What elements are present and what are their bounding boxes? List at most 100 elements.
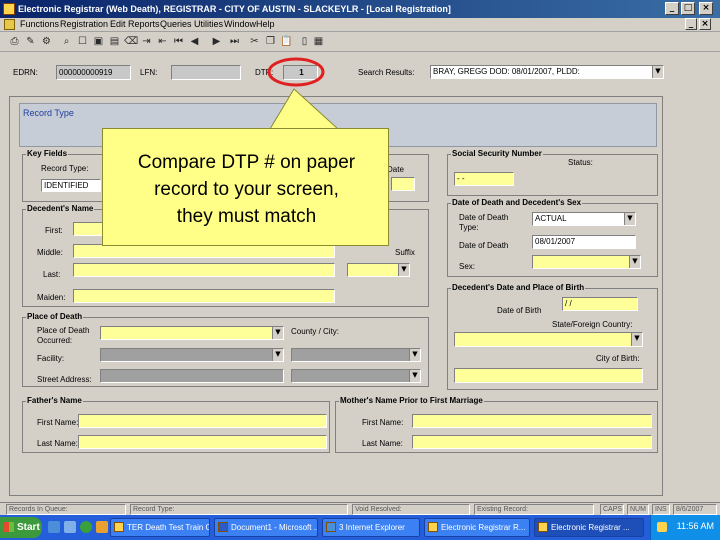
- media-quicklaunch-icon[interactable]: [80, 521, 92, 533]
- print-icon[interactable]: ⎙: [8, 35, 21, 48]
- menu-functions[interactable]: Functions: [20, 19, 59, 29]
- start-button[interactable]: Start: [0, 517, 42, 538]
- maximize-button[interactable]: □: [681, 2, 695, 15]
- task-label: Electronic Registrar R...: [441, 523, 526, 532]
- chevron-down-icon[interactable]: ▼: [631, 333, 642, 346]
- last-name-field[interactable]: [73, 263, 335, 277]
- state-country-dropdown[interactable]: ▼: [454, 332, 643, 347]
- father-last-name-field[interactable]: [78, 435, 327, 449]
- last-record-icon[interactable]: ⏭: [228, 35, 241, 48]
- chevron-down-icon[interactable]: ▼: [624, 213, 635, 225]
- status-bar: Records In Queue: Record Type: Void Reso…: [0, 502, 720, 515]
- next-record-icon[interactable]: ▶: [210, 35, 223, 48]
- county-city-dropdown[interactable]: ▼: [291, 348, 421, 362]
- menu-edit[interactable]: Edit: [110, 19, 126, 29]
- desktop-quicklaunch-icon[interactable]: [64, 521, 76, 533]
- ssn-status-label: Status:: [568, 158, 593, 167]
- chevron-down-icon[interactable]: ▼: [409, 349, 420, 361]
- save-icon[interactable]: ▣: [92, 35, 105, 48]
- place-occurred-dropdown[interactable]: ▼: [100, 326, 284, 340]
- word-icon: [218, 522, 228, 532]
- lfn-field[interactable]: [171, 65, 241, 80]
- task-label: TER Death Test Train Gi...: [127, 523, 209, 532]
- middle-name-field[interactable]: [73, 244, 335, 258]
- minimize-button[interactable]: _: [665, 2, 679, 15]
- chevron-down-icon[interactable]: ▼: [272, 327, 283, 339]
- sex-dropdown[interactable]: ▼: [532, 255, 641, 269]
- export-icon[interactable]: ⇤: [156, 35, 169, 48]
- menu-window[interactable]: Window: [224, 19, 256, 29]
- city-of-birth-field[interactable]: [454, 368, 643, 383]
- menu-registration[interactable]: Registration: [60, 19, 108, 29]
- dod-field[interactable]: 08/01/2007: [532, 235, 636, 249]
- edit-icon[interactable]: ✎: [24, 35, 37, 48]
- task-electronic-registrar-2[interactable]: Electronic Registrar ...: [534, 518, 644, 537]
- cut-icon[interactable]: ✂: [248, 35, 261, 48]
- chevron-down-icon[interactable]: ▼: [398, 264, 409, 276]
- chevron-down-icon[interactable]: ▼: [272, 349, 283, 361]
- menu-queries[interactable]: Queries: [160, 19, 192, 29]
- child-minimize-button[interactable]: _: [685, 18, 697, 30]
- mother-last-name-field[interactable]: [412, 435, 652, 449]
- import-icon[interactable]: ⇥: [140, 35, 153, 48]
- edrn-field[interactable]: 000000000919: [56, 65, 131, 80]
- date-field[interactable]: [391, 177, 415, 191]
- city-of-birth-label: City of Birth:: [596, 354, 640, 363]
- dob-field[interactable]: / /: [562, 297, 638, 311]
- doc-menu-icon[interactable]: [4, 19, 15, 30]
- task-document1[interactable]: Document1 - Microsoft ...: [214, 518, 318, 537]
- app-quicklaunch-icon[interactable]: [96, 521, 108, 533]
- prev-record-icon[interactable]: ◀: [188, 35, 201, 48]
- father-name-group: Father's Name First Name: Last Name:: [22, 396, 330, 453]
- suffix-dropdown[interactable]: ▼: [347, 263, 410, 277]
- maiden-name-field[interactable]: [73, 289, 335, 303]
- clear-icon[interactable]: ⌫: [124, 35, 138, 48]
- dtp-field[interactable]: 1: [283, 65, 318, 80]
- paste-icon[interactable]: 📋: [280, 35, 293, 48]
- search-results-dropdown[interactable]: BRAY, GREGG DOD: 08/01/2007, PLDD: ▼: [430, 65, 664, 79]
- folder-icon[interactable]: ▤: [108, 35, 121, 48]
- tools-icon[interactable]: ⚙: [40, 35, 53, 48]
- middle-name-label: Middle:: [37, 248, 63, 257]
- close-button[interactable]: ×: [699, 2, 713, 15]
- dod-type-dropdown[interactable]: ACTUAL ▼: [532, 212, 636, 226]
- task-electronic-registrar-1[interactable]: Electronic Registrar R...: [424, 518, 530, 537]
- tray-icon[interactable]: [657, 522, 667, 532]
- clock: 11:56 AM: [676, 521, 714, 531]
- first-record-icon[interactable]: ⏮: [172, 35, 185, 48]
- death-sex-group: Date of Death and Decedent's Sex Date of…: [447, 198, 658, 277]
- street-address-field[interactable]: [100, 369, 284, 383]
- binoculars-icon[interactable]: ⌕: [60, 35, 73, 48]
- chevron-down-icon[interactable]: ▼: [652, 66, 663, 78]
- street-address-label: Street Address:: [37, 375, 92, 384]
- mother-first-name-field[interactable]: [412, 414, 652, 428]
- father-first-name-field[interactable]: [78, 414, 327, 428]
- city-dropdown[interactable]: ▼: [291, 369, 421, 383]
- ssn-field[interactable]: - -: [454, 172, 514, 186]
- ie-quicklaunch-icon[interactable]: [48, 521, 60, 533]
- callout-line-2: record to your screen,: [154, 179, 339, 200]
- task-internet-explorer[interactable]: 3 Internet Explorer: [322, 518, 420, 537]
- menu-reports[interactable]: Reports: [128, 19, 160, 29]
- menu-help[interactable]: Help: [256, 19, 275, 29]
- copy-icon[interactable]: ❐: [264, 35, 277, 48]
- search-results-label: Search Results:: [358, 68, 415, 77]
- mother-first-name-label: First Name:: [362, 418, 404, 427]
- new-icon[interactable]: ☐: [76, 35, 89, 48]
- menu-utilities[interactable]: Utilities: [194, 19, 223, 29]
- birth-group: Decedent's Date and Place of Birth Date …: [447, 283, 658, 390]
- chevron-down-icon[interactable]: ▼: [409, 370, 420, 382]
- book-icon[interactable]: ▯: [298, 35, 311, 48]
- registrar-icon: [428, 522, 438, 532]
- facility-dropdown[interactable]: ▼: [100, 348, 284, 362]
- task-ter-death-test[interactable]: TER Death Test Train Gi...: [110, 518, 210, 537]
- child-close-button[interactable]: ×: [699, 18, 711, 30]
- record-type-field[interactable]: IDENTIFIED: [41, 179, 101, 192]
- county-city-label: County / City:: [291, 327, 340, 336]
- ins-indicator: INS: [652, 504, 670, 515]
- chevron-down-icon[interactable]: ▼: [629, 256, 640, 268]
- report-icon[interactable]: ▦: [312, 35, 325, 48]
- dod-type-label: Date of Death: [459, 213, 509, 222]
- mother-name-group: Mother's Name Prior to First Marriage Fi…: [335, 396, 658, 453]
- menu-bar: Functions Registration Edit Reports Quer…: [0, 18, 720, 32]
